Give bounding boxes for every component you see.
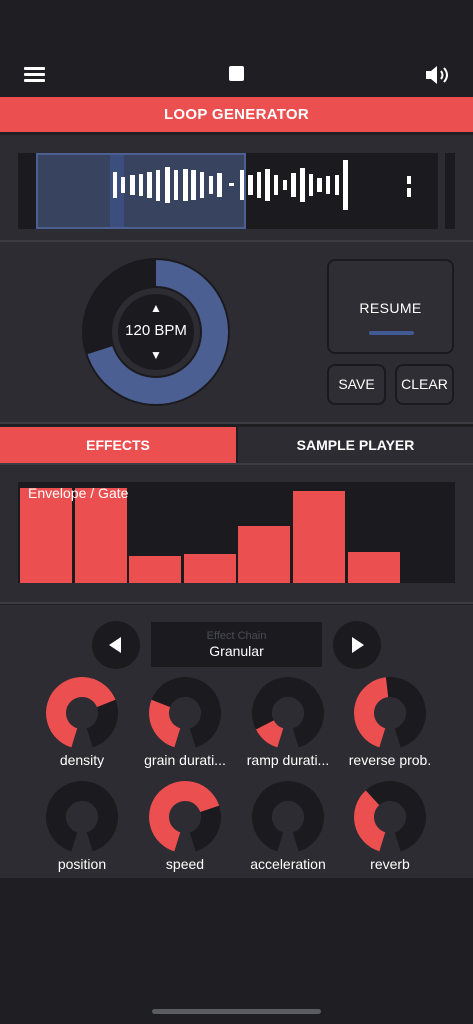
knob-dial[interactable]	[148, 780, 222, 854]
knob-reverb[interactable]: reverb	[340, 780, 440, 872]
envelope-step-bar[interactable]	[20, 488, 72, 583]
waveform-graphic	[113, 160, 411, 210]
knob-dial[interactable]	[148, 676, 222, 750]
knob-speed[interactable]: speed	[135, 780, 235, 872]
knob-dial[interactable]	[251, 676, 325, 750]
top-bar	[0, 50, 473, 98]
envelope-editor[interactable]: Envelope / Gate	[18, 482, 455, 583]
envelope-step-bar[interactable]	[183, 554, 236, 583]
knob-dial[interactable]	[45, 676, 119, 750]
next-effect-button[interactable]	[333, 621, 381, 669]
app-title-bar: LOOP GENERATOR	[0, 97, 473, 132]
knob-label: grain durati...	[144, 752, 226, 768]
knob-label: reverse prob.	[348, 752, 432, 768]
envelope-step-bar[interactable]	[347, 552, 400, 583]
knob-ramp-durati[interactable]: ramp durati...	[238, 676, 338, 768]
knob-dial[interactable]	[353, 780, 427, 854]
knob-dial[interactable]	[251, 780, 325, 854]
envelope-step-bar[interactable]	[129, 556, 182, 583]
effect-chain-selector[interactable]: Effect Chain Granular	[151, 622, 322, 667]
envelope-panel: Envelope / Gate	[0, 465, 473, 602]
knob-label: speed	[165, 856, 205, 872]
resume-label: RESUME	[359, 300, 422, 316]
hamburger-menu-icon[interactable]	[24, 67, 45, 83]
tempo-up-icon[interactable]: ▲	[150, 301, 162, 315]
previous-effect-button[interactable]	[92, 621, 140, 669]
knob-grain-durati[interactable]: grain durati...	[135, 676, 235, 768]
knob-label: ramp durati...	[246, 752, 330, 768]
mode-tabs: EFFECTS SAMPLE PLAYER	[0, 427, 473, 463]
save-button[interactable]: SAVE	[327, 364, 386, 405]
effect-chain-title: Effect Chain	[206, 630, 267, 642]
knob-dial[interactable]	[45, 780, 119, 854]
effect-chain-value: Granular	[209, 643, 264, 659]
arrow-left-icon	[109, 637, 121, 653]
home-indicator[interactable]	[152, 1009, 321, 1014]
resume-button[interactable]: RESUME	[327, 259, 454, 354]
envelope-step-bar[interactable]	[238, 526, 291, 583]
stop-icon[interactable]	[229, 66, 244, 81]
divider	[0, 602, 473, 604]
knob-label: position	[57, 856, 107, 872]
clear-button[interactable]: CLEAR	[395, 364, 454, 405]
divider	[0, 422, 473, 424]
resume-indicator	[369, 331, 414, 335]
knob-label: density	[59, 752, 105, 768]
tab-sample-player[interactable]: SAMPLE PLAYER	[238, 427, 473, 463]
volume-icon[interactable]	[424, 64, 452, 86]
knob-label: acceleration	[250, 856, 326, 872]
envelope-step-bar[interactable]	[74, 488, 127, 583]
envelope-step-bar[interactable]	[293, 491, 345, 583]
tab-effects[interactable]: EFFECTS	[0, 427, 236, 463]
knob-dial[interactable]	[353, 676, 427, 750]
envelope-label: Envelope / Gate	[28, 485, 129, 501]
tempo-down-icon[interactable]: ▼	[150, 348, 162, 362]
tempo-value: 120 BPM	[125, 322, 187, 339]
arrow-right-icon	[352, 637, 364, 653]
knob-position[interactable]: position	[32, 780, 132, 872]
knob-acceleration[interactable]: acceleration	[238, 780, 338, 872]
knob-label: reverb	[370, 856, 410, 872]
knob-density[interactable]: density	[32, 676, 132, 768]
knob-reverse-prob[interactable]: reverse prob.	[340, 676, 440, 768]
